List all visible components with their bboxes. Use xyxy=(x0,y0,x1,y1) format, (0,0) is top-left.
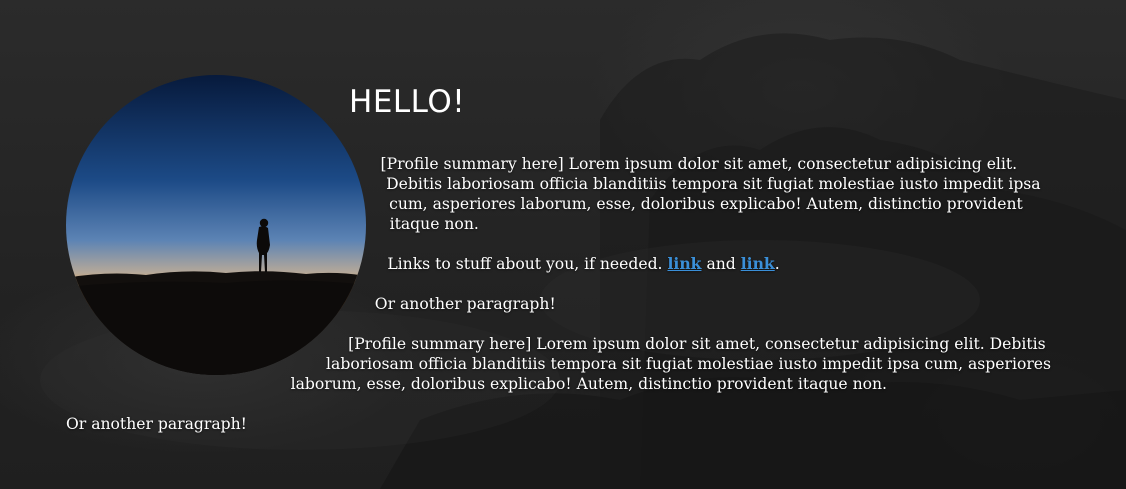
another-paragraph-2: Or another paragraph! xyxy=(66,415,247,433)
link-2[interactable]: link xyxy=(741,254,775,273)
link-1[interactable]: link xyxy=(667,254,701,273)
links-prefix: Links to stuff about you, if needed. xyxy=(387,255,668,273)
profile-section: HELLO! [Profile summary here] Lorem ipsu… xyxy=(66,75,1066,454)
profile-photo xyxy=(66,75,366,375)
links-suffix: . xyxy=(774,255,780,273)
links-and: and xyxy=(701,255,741,273)
